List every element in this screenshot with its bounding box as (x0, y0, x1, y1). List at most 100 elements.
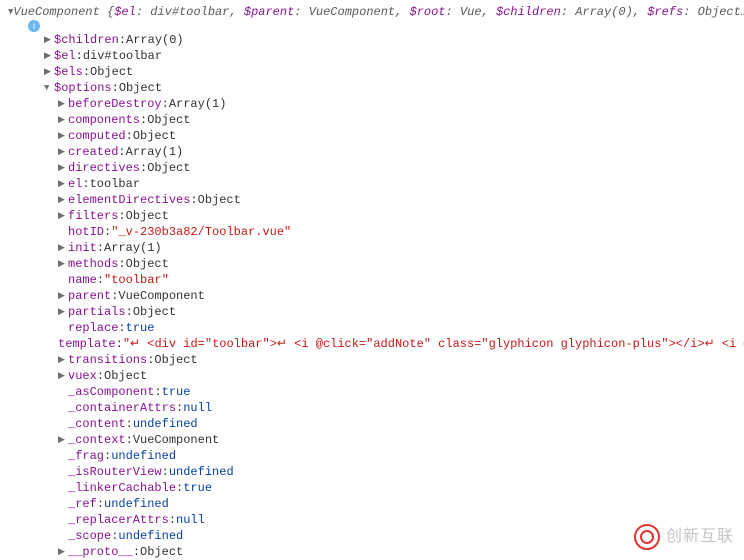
property-value: Object (119, 80, 162, 96)
property-key: directives (68, 160, 140, 176)
property-value: Object (133, 128, 176, 144)
colon: : (140, 160, 147, 176)
property-row: _containerAttrs: null (8, 400, 736, 416)
colon: : (126, 304, 133, 320)
property-value: undefined (111, 448, 176, 464)
expand-arrow-icon[interactable]: ▶ (58, 144, 68, 160)
property-row: template: "↵ <div id="toolbar">↵ <i @cli… (8, 336, 736, 352)
property-value: true (162, 384, 191, 400)
expand-arrow-icon[interactable]: ▶ (58, 240, 68, 256)
property-row[interactable]: ▶$el: div#toolbar (8, 48, 736, 64)
property-row[interactable]: ▼$options: Object (8, 80, 736, 96)
property-value: Object (126, 256, 169, 272)
expand-arrow-icon[interactable]: ▶ (58, 128, 68, 144)
property-value: Object (147, 160, 190, 176)
info-row: i (8, 20, 736, 32)
colon: : (111, 528, 118, 544)
expand-arrow-icon[interactable]: ▶ (58, 208, 68, 224)
property-value: Object (104, 368, 147, 384)
property-row[interactable]: ▶partials: Object (8, 304, 736, 320)
property-row[interactable]: ▶transitions: Object (8, 352, 736, 368)
info-icon[interactable]: i (28, 20, 40, 32)
expand-arrow-icon[interactable]: ▶ (44, 64, 54, 80)
colon: : (126, 128, 133, 144)
object-summary: VueComponent {$el: div#toolbar, $parent:… (13, 4, 744, 20)
property-row[interactable]: ▶directives: Object (8, 160, 736, 176)
property-value: Object (198, 192, 241, 208)
property-key: $els (54, 64, 83, 80)
expand-arrow-icon[interactable]: ▶ (58, 432, 68, 448)
property-value: div#toolbar (83, 48, 162, 64)
colon: : (118, 144, 125, 160)
expand-arrow-icon[interactable]: ▶ (58, 288, 68, 304)
property-value: undefined (133, 416, 198, 432)
expand-arrow-icon[interactable]: ▶ (58, 160, 68, 176)
property-row[interactable]: ▶methods: Object (8, 256, 736, 272)
expand-arrow-icon[interactable]: ▶ (58, 96, 68, 112)
property-key: _asComponent (68, 384, 154, 400)
expand-arrow-icon[interactable]: ▶ (58, 192, 68, 208)
property-row[interactable]: ▶elementDirectives: Object (8, 192, 736, 208)
property-value: toolbar (90, 176, 140, 192)
property-key: name (68, 272, 97, 288)
object-summary-row[interactable]: ▼ VueComponent {$el: div#toolbar, $paren… (8, 4, 736, 20)
expand-arrow-icon[interactable]: ▶ (44, 48, 54, 64)
property-row[interactable]: ▶created: Array(1) (8, 144, 736, 160)
property-row[interactable]: ▶$els: Object (8, 64, 736, 80)
property-row[interactable]: ▶el: toolbar (8, 176, 736, 192)
expand-arrow-icon[interactable]: ▶ (58, 176, 68, 192)
property-key: vuex (68, 368, 97, 384)
summary-type: VueComponent (13, 5, 99, 19)
colon: : (104, 448, 111, 464)
expand-arrow-icon[interactable]: ▶ (44, 32, 54, 48)
colon: : (190, 192, 197, 208)
property-key: _scope (68, 528, 111, 544)
property-row: hotID: "_v-230b3a82/Toolbar.vue" (8, 224, 736, 240)
property-row[interactable]: ▶components: Object (8, 112, 736, 128)
property-value: Object (154, 352, 197, 368)
collapse-arrow-icon[interactable]: ▼ (44, 80, 54, 96)
property-row[interactable]: ▶vuex: Object (8, 368, 736, 384)
property-key: elementDirectives (68, 192, 190, 208)
colon: : (82, 176, 89, 192)
property-key: $el (54, 48, 76, 64)
property-key: template (58, 336, 116, 352)
property-row: _replacerAttrs: null (8, 512, 736, 528)
property-row[interactable]: ▶_context: VueComponent (8, 432, 736, 448)
property-key: components (68, 112, 140, 128)
property-row: _content: undefined (8, 416, 736, 432)
property-key: _replacerAttrs (68, 512, 169, 528)
property-key: _isRouterView (68, 464, 162, 480)
colon: : (169, 512, 176, 528)
property-row[interactable]: ▶$children: Array(0) (8, 32, 736, 48)
property-row[interactable]: ▶parent: VueComponent (8, 288, 736, 304)
property-row: _asComponent: true (8, 384, 736, 400)
colon: : (83, 64, 90, 80)
expand-arrow-icon[interactable]: ▶ (58, 112, 68, 128)
property-row[interactable]: ▶computed: Object (8, 128, 736, 144)
colon: : (111, 288, 118, 304)
property-row: replace: true (8, 320, 736, 336)
property-key: el (68, 176, 82, 192)
property-key: parent (68, 288, 111, 304)
property-value: "↵ <div id="toolbar">↵ <i @click="addNot… (123, 336, 744, 352)
colon: : (116, 336, 123, 352)
property-row[interactable]: ▶beforeDestroy: Array(1) (8, 96, 736, 112)
colon: : (154, 384, 161, 400)
property-row[interactable]: ▶init: Array(1) (8, 240, 736, 256)
expand-arrow-icon[interactable]: ▶ (58, 368, 68, 384)
colon: : (118, 320, 125, 336)
property-key: _context (68, 432, 126, 448)
expand-arrow-icon[interactable]: ▶ (58, 304, 68, 320)
property-value: null (176, 512, 205, 528)
colon: : (126, 416, 133, 432)
expand-arrow-icon[interactable]: ▶ (58, 256, 68, 272)
colon: : (140, 112, 147, 128)
property-key: init (68, 240, 97, 256)
expand-arrow-icon[interactable]: ▶ (58, 352, 68, 368)
colon: : (119, 32, 126, 48)
property-row: name: "toolbar" (8, 272, 736, 288)
property-value: undefined (104, 496, 169, 512)
property-row: _linkerCachable: true (8, 480, 736, 496)
property-row[interactable]: ▶filters: Object (8, 208, 736, 224)
